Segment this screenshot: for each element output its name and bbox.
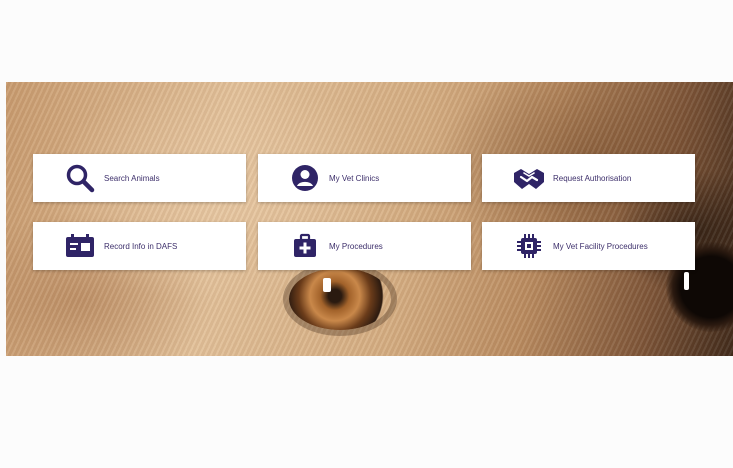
tile-my-procedures[interactable]: My Procedures — [258, 222, 471, 270]
tile-label: Request Authorisation — [553, 173, 632, 183]
handshake-icon — [511, 160, 547, 196]
tile-label: My Procedures — [329, 241, 383, 251]
tile-label: My Vet Clinics — [329, 173, 380, 183]
tile-label: Record Info in DAFS — [104, 241, 178, 251]
calendar-card-icon — [62, 228, 98, 264]
tile-my-vet-facility-procedures[interactable]: My Vet Facility Procedures — [482, 222, 695, 270]
tile-record-info-in-dafs[interactable]: Record Info in DAFS — [33, 222, 246, 270]
tile-label: Search Animals — [104, 173, 160, 183]
tile-label: My Vet Facility Procedures — [553, 241, 648, 251]
user-circle-icon — [287, 160, 323, 196]
medical-kit-icon — [287, 228, 323, 264]
tile-my-vet-clinics[interactable]: My Vet Clinics — [258, 154, 471, 202]
dog-eye-left — [289, 268, 391, 330]
footer-whitespace — [0, 356, 733, 468]
header-whitespace — [0, 0, 733, 82]
hero-banner-dog-eyes — [6, 82, 733, 356]
page: Search Animals My Vet Clinics Request Au… — [0, 0, 733, 468]
tile-search-animals[interactable]: Search Animals — [33, 154, 246, 202]
chip-icon — [511, 228, 547, 264]
tile-request-authorisation[interactable]: Request Authorisation — [482, 154, 695, 202]
search-icon — [62, 160, 98, 196]
